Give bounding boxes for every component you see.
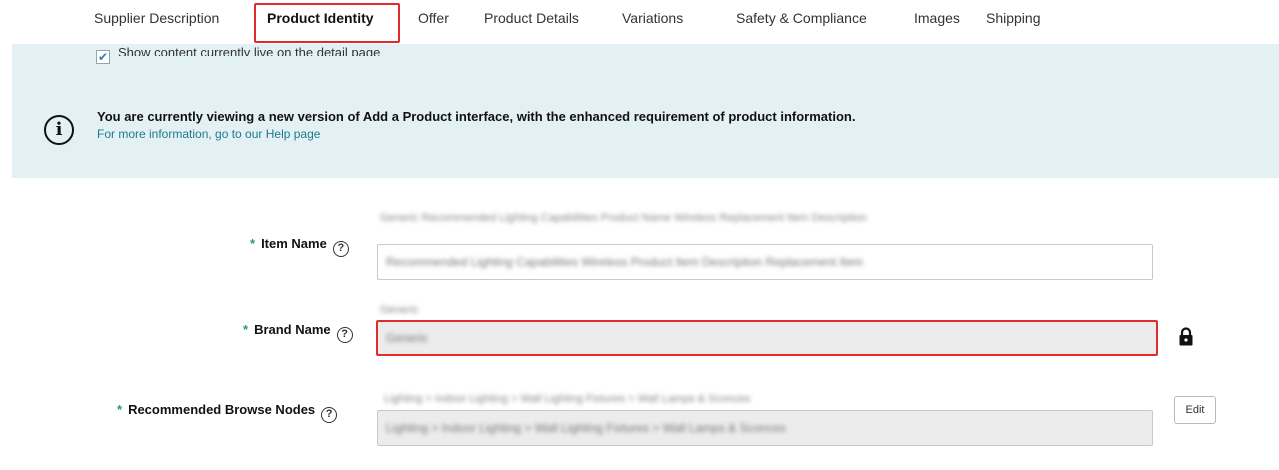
required-marker: * <box>250 236 256 251</box>
item-name-label: * Item Name? <box>250 236 349 257</box>
show-live-content-label: Show content currently live on the detai… <box>118 45 381 56</box>
tab-offer[interactable]: Offer <box>418 10 449 26</box>
item-name-suggestion: Generic Recommended Lighting Capabilitie… <box>380 212 867 224</box>
help-icon[interactable]: ? <box>321 407 338 423</box>
help-icon[interactable]: ? <box>336 327 353 343</box>
required-marker: * <box>243 322 249 337</box>
browse-nodes-label-text: Recommended Browse Nodes <box>128 402 316 417</box>
active-tab-highlight <box>254 3 400 43</box>
edit-button[interactable]: Edit <box>1174 396 1216 424</box>
lock-icon <box>1179 327 1193 346</box>
info-message: You are currently viewing a new version … <box>97 109 856 124</box>
brand-name-input[interactable]: Generic <box>376 320 1158 356</box>
browse-nodes-input[interactable]: Lighting > Indoor Lighting > Wall Lighti… <box>377 410 1153 446</box>
required-marker: * <box>117 402 123 417</box>
tab-variations[interactable]: Variations <box>622 10 683 26</box>
browse-nodes-suggestion: Lighting > Indoor Lighting > Wall Lighti… <box>384 393 751 405</box>
tab-product-details[interactable]: Product Details <box>484 10 579 26</box>
tab-safety-compliance[interactable]: Safety & Compliance <box>736 10 867 26</box>
item-name-value: Recommended Lighting Capabilities Wirele… <box>386 255 863 269</box>
browse-nodes-label: * Recommended Browse Nodes? <box>117 402 338 423</box>
item-name-input[interactable]: Recommended Lighting Capabilities Wirele… <box>377 244 1153 280</box>
tab-supplier-description[interactable]: Supplier Description <box>94 10 219 26</box>
help-page-link[interactable]: For more information, go to our Help pag… <box>97 127 320 141</box>
brand-name-value: Generic <box>386 331 429 345</box>
info-icon: i <box>44 115 74 145</box>
brand-name-label: * Brand Name? <box>243 322 353 343</box>
show-live-content-checkbox[interactable]: ✔ <box>96 50 110 64</box>
brand-name-label-text: Brand Name <box>254 322 331 337</box>
tab-shipping[interactable]: Shipping <box>986 10 1041 26</box>
help-icon[interactable]: ? <box>332 241 349 257</box>
brand-name-suggestion: Generic <box>380 304 419 316</box>
tab-images[interactable]: Images <box>914 10 960 26</box>
browse-nodes-value: Lighting > Indoor Lighting > Wall Lighti… <box>386 421 786 435</box>
tab-bar: Supplier Description Product Identity Of… <box>0 0 1279 44</box>
item-name-label-text: Item Name <box>261 236 327 251</box>
